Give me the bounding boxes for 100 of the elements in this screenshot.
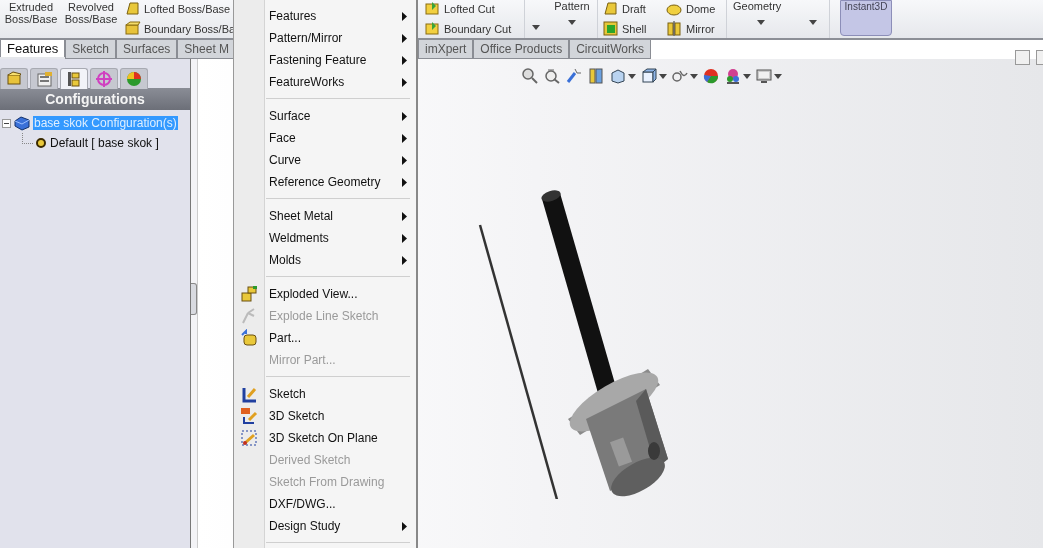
submenu-arrow-icon — [402, 233, 407, 243]
manager-tab[interactable] — [60, 68, 88, 89]
appearance-icon — [702, 67, 720, 85]
submenu-arrow-icon — [402, 33, 407, 43]
dropdown-arrow-icon — [532, 25, 540, 30]
view-orientation-icon — [609, 67, 627, 85]
manager-tab[interactable] — [120, 68, 148, 89]
menu-item[interactable]: Surface — [234, 105, 416, 127]
command-tab[interactable]: imXpert — [418, 40, 474, 59]
menu-item[interactable]: Features — [234, 5, 416, 27]
display-style-icon — [640, 67, 658, 85]
menu-item[interactable]: Part... — [234, 327, 416, 349]
ribbon-button[interactable]: Boundary Cut — [424, 20, 524, 37]
ribbon-button[interactable]: Shell — [602, 20, 662, 37]
submenu-arrow-icon — [402, 77, 407, 87]
ribbon-button[interactable]: Mirror — [666, 20, 726, 37]
section-view-icon — [587, 67, 605, 85]
menu-item[interactable]: 3D Sketch On Plane — [234, 427, 416, 449]
crosshair-icon — [95, 70, 113, 88]
menu-item[interactable]: Pattern/Mirror — [234, 27, 416, 49]
view-tool-button[interactable] — [565, 67, 583, 85]
dropdown-arrow-icon — [659, 73, 667, 79]
view-tool-button[interactable] — [521, 67, 539, 85]
panel-header: Configurations — [0, 88, 190, 110]
menu-item[interactable]: Molds — [234, 249, 416, 271]
dropdown-arrow-icon — [743, 73, 751, 79]
sketch-icon — [240, 385, 258, 403]
view-tool-button[interactable] — [755, 67, 782, 85]
configuration-icon — [35, 137, 47, 149]
view-tool-button[interactable] — [724, 67, 751, 85]
view-tool-button[interactable] — [640, 67, 667, 85]
command-tab[interactable]: Sketch — [65, 40, 116, 59]
part-icon — [240, 329, 258, 347]
instant3d-button[interactable]: Instant3D — [840, 0, 892, 36]
manager-tab[interactable] — [0, 68, 28, 89]
draft-icon — [602, 0, 619, 17]
manager-tab[interactable] — [30, 68, 58, 89]
collapse-toggle[interactable] — [2, 118, 11, 128]
pointer-icon — [565, 67, 583, 85]
command-tab[interactable]: Office Products — [473, 40, 570, 59]
submenu-arrow-icon — [402, 11, 407, 21]
dropdown-arrow-icon — [568, 20, 576, 25]
submenu-arrow-icon — [402, 255, 407, 265]
view-tool-button[interactable] — [587, 67, 605, 85]
ribbon-button[interactable]: Lofted Cut — [424, 0, 524, 17]
menu-item[interactable]: Exploded View... — [234, 283, 416, 305]
submenu-arrow-icon — [402, 211, 407, 221]
submenu-arrow-icon — [402, 177, 407, 187]
command-tab[interactable]: Sheet M — [177, 40, 233, 59]
menu-item[interactable]: DXF/DWG... — [234, 493, 416, 515]
monitor-icon — [755, 67, 773, 85]
ribbon-button[interactable]: Geometry — [733, 0, 829, 12]
exploded-parts-icon — [240, 285, 258, 303]
ribbon-button[interactable]: Pattern — [554, 0, 590, 12]
tree-item[interactable]: Default [ base skok ] — [49, 136, 160, 150]
menu-item[interactable]: Sheet Metal — [234, 205, 416, 227]
view-tool-button[interactable] — [543, 67, 561, 85]
feature-tree-icon — [5, 70, 23, 88]
dropdown-arrow-icon — [809, 20, 817, 25]
menu-item[interactable]: Weldments — [234, 227, 416, 249]
panel-toggle-button[interactable] — [1015, 50, 1030, 65]
view-tool-button[interactable] — [609, 67, 636, 85]
property-icon — [35, 70, 53, 88]
mirror-icon — [666, 20, 683, 37]
part-icon — [13, 115, 31, 131]
menu-item[interactable]: Design Study — [234, 515, 416, 537]
configuration-icon — [65, 70, 83, 88]
submenu-arrow-icon — [402, 111, 407, 121]
splitter-handle[interactable] — [191, 282, 197, 315]
dropdown-arrow-icon — [774, 73, 782, 79]
cut-icon — [424, 20, 441, 37]
dropdown-arrow-icon — [690, 73, 698, 79]
menu-item[interactable]: Face — [234, 127, 416, 149]
command-tab[interactable]: Features — [0, 40, 66, 57]
submenu-arrow-icon — [402, 55, 407, 65]
ribbon-button[interactable]: Extruded Boss/Base — [4, 0, 58, 38]
menu-item[interactable]: Reference Geometry — [234, 171, 416, 193]
view-tool-button[interactable] — [702, 67, 720, 85]
submenu-arrow-icon — [402, 155, 407, 165]
menu-item[interactable]: Fastening Feature — [234, 49, 416, 71]
shell-icon — [602, 20, 619, 37]
ribbon-button[interactable]: Dome — [666, 0, 726, 17]
menu-item[interactable]: FeatureWorks — [234, 71, 416, 93]
ribbon-button[interactable]: Lofted Boss/Base — [124, 0, 236, 17]
ribbon-button[interactable]: Revolved Boss/Base — [64, 0, 118, 38]
menu-item[interactable]: 3D Sketch — [234, 405, 416, 427]
scene-icon — [724, 67, 742, 85]
zoom-icon — [521, 67, 539, 85]
cut-icon — [424, 0, 441, 17]
submenu-arrow-icon — [402, 133, 407, 143]
appearance-icon — [125, 70, 143, 88]
ribbon-button[interactable]: Draft — [602, 0, 662, 17]
3d-sketch-icon — [240, 407, 258, 425]
menu-item[interactable]: Sketch — [234, 383, 416, 405]
command-tab[interactable]: Surfaces — [116, 40, 178, 59]
submenu-arrow-icon — [402, 521, 407, 531]
command-tab[interactable]: CircuitWorks — [569, 40, 651, 59]
menu-item[interactable]: Curve — [234, 149, 416, 171]
zoom-area-icon — [543, 67, 561, 85]
dropdown-arrow-icon — [628, 73, 636, 79]
